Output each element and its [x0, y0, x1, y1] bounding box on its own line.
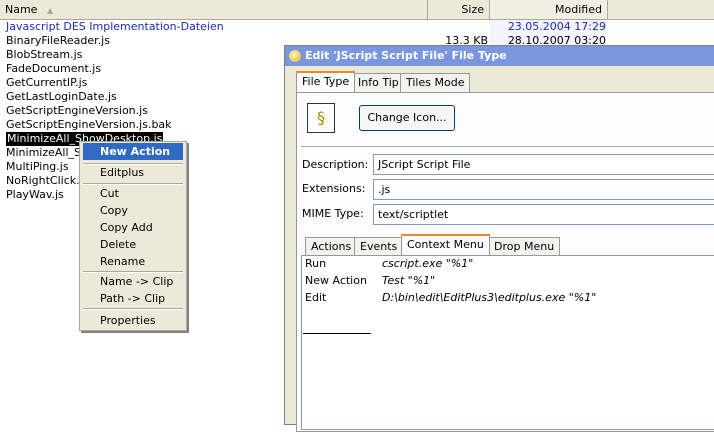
- menu-item-cut[interactable]: Cut: [83, 185, 183, 202]
- tab-info-tip[interactable]: Info Tip: [352, 73, 405, 92]
- action-edit-underline: [303, 333, 371, 334]
- list-item[interactable]: Javascript DES Implementation-Dateien 23…: [0, 20, 714, 34]
- subtab-drop-menu[interactable]: Drop Menu: [488, 237, 561, 256]
- tab-label: Tiles Mode: [406, 76, 465, 89]
- subtab-events[interactable]: Events: [354, 237, 404, 256]
- action-command[interactable]: cscript.exe "%1": [382, 256, 473, 272]
- extensions-label: Extensions:: [302, 182, 366, 195]
- column-header-size[interactable]: Size: [428, 0, 490, 20]
- list-item[interactable]: BlobStream.js: [0, 48, 280, 62]
- list-item[interactable]: GetScriptEngineVersion.js.bak: [0, 118, 280, 132]
- column-header-modified[interactable]: Modified: [490, 0, 608, 20]
- tab-file-type[interactable]: File Type: [296, 71, 356, 92]
- column-header-modified-label: Modified: [555, 3, 602, 16]
- change-icon-button[interactable]: Change Icon...: [359, 105, 455, 131]
- file-name: BlobStream.js: [6, 48, 83, 61]
- list-item[interactable]: GetScriptEngineVersion.js: [0, 104, 280, 118]
- menu-item-editplus[interactable]: Editplus: [83, 164, 183, 181]
- file-name: GetCurrentIP.js: [6, 76, 88, 89]
- action-name[interactable]: New Action: [305, 273, 367, 289]
- tab-label: File Type: [302, 75, 350, 88]
- tab-tiles-mode[interactable]: Tiles Mode: [400, 73, 471, 92]
- script-file-icon: §: [307, 103, 335, 133]
- divider: [301, 146, 714, 148]
- menu-item-rename[interactable]: Rename: [83, 253, 183, 270]
- file-type-dialog: Edit 'JScript Script File' File Type Fil…: [284, 45, 714, 432]
- sort-ascending-icon: ▲: [46, 6, 54, 15]
- dialog-titlebar[interactable]: Edit 'JScript Script File' File Type: [285, 46, 714, 66]
- action-name[interactable]: Edit: [305, 290, 326, 306]
- action-command[interactable]: Test "%1": [382, 273, 435, 289]
- subtab-label: Drop Menu: [494, 240, 555, 253]
- file-modified: 23.05.2004 17:29: [507, 20, 606, 33]
- list-item[interactable]: GetCurrentIP.js: [0, 76, 280, 90]
- file-name: MultiPing.js: [6, 160, 69, 173]
- menu-item-copy-add[interactable]: Copy Add: [83, 219, 183, 236]
- column-header-name[interactable]: Name ▲: [0, 0, 428, 20]
- file-name: PlayWav.js: [6, 188, 64, 201]
- tab-label: Info Tip: [358, 76, 399, 89]
- dialog-title: Edit 'JScript Script File' File Type: [305, 49, 507, 62]
- subtab-label: Context Menu: [407, 238, 484, 251]
- file-name: BinaryFileReader.js: [6, 34, 110, 47]
- column-header-size-label: Size: [461, 3, 484, 16]
- file-name: FadeDocument.js: [6, 62, 102, 75]
- subtab-label: Actions: [311, 240, 352, 253]
- description-field[interactable]: JScript Script File: [373, 154, 714, 175]
- subtab-context-menu[interactable]: Context Menu: [401, 234, 490, 255]
- menu-separator: [83, 308, 183, 310]
- column-header-name-label: Name: [5, 3, 38, 16]
- extensions-field[interactable]: .js: [373, 179, 714, 200]
- file-type-icon: [289, 50, 301, 62]
- context-menu: New Action Editplus Cut Copy Copy Add De…: [79, 141, 187, 331]
- description-label: Description:: [302, 158, 369, 171]
- subtab-label: Events: [360, 240, 398, 253]
- file-name: GetLastLoginDate.js: [6, 90, 117, 103]
- file-name: Javascript DES Implementation-Dateien: [6, 20, 224, 33]
- mime-type-label: MIME Type:: [302, 207, 364, 220]
- column-header-filler: [608, 0, 714, 20]
- subtab-actions[interactable]: Actions: [305, 237, 358, 256]
- list-item[interactable]: FadeDocument.js: [0, 62, 280, 76]
- menu-item-copy[interactable]: Copy: [83, 202, 183, 219]
- mime-type-field[interactable]: text/scriptlet: [373, 204, 714, 225]
- action-name[interactable]: Run: [305, 256, 326, 272]
- file-name: GetScriptEngineVersion.js.bak: [6, 118, 172, 131]
- menu-item-delete[interactable]: Delete: [83, 236, 183, 253]
- menu-item-new-action[interactable]: New Action: [83, 143, 183, 160]
- menu-item-properties[interactable]: Properties: [83, 312, 183, 329]
- menu-item-path-clip[interactable]: Path -> Clip: [83, 290, 183, 307]
- file-name: NoRightClick.js: [6, 174, 89, 187]
- list-item[interactable]: GetLastLoginDate.js: [0, 90, 280, 104]
- menu-item-name-clip[interactable]: Name -> Clip: [83, 273, 183, 290]
- file-name: GetScriptEngineVersion.js: [6, 104, 148, 117]
- action-command[interactable]: D:\bin\edit\EditPlus3\editplus.exe "%1": [382, 290, 596, 306]
